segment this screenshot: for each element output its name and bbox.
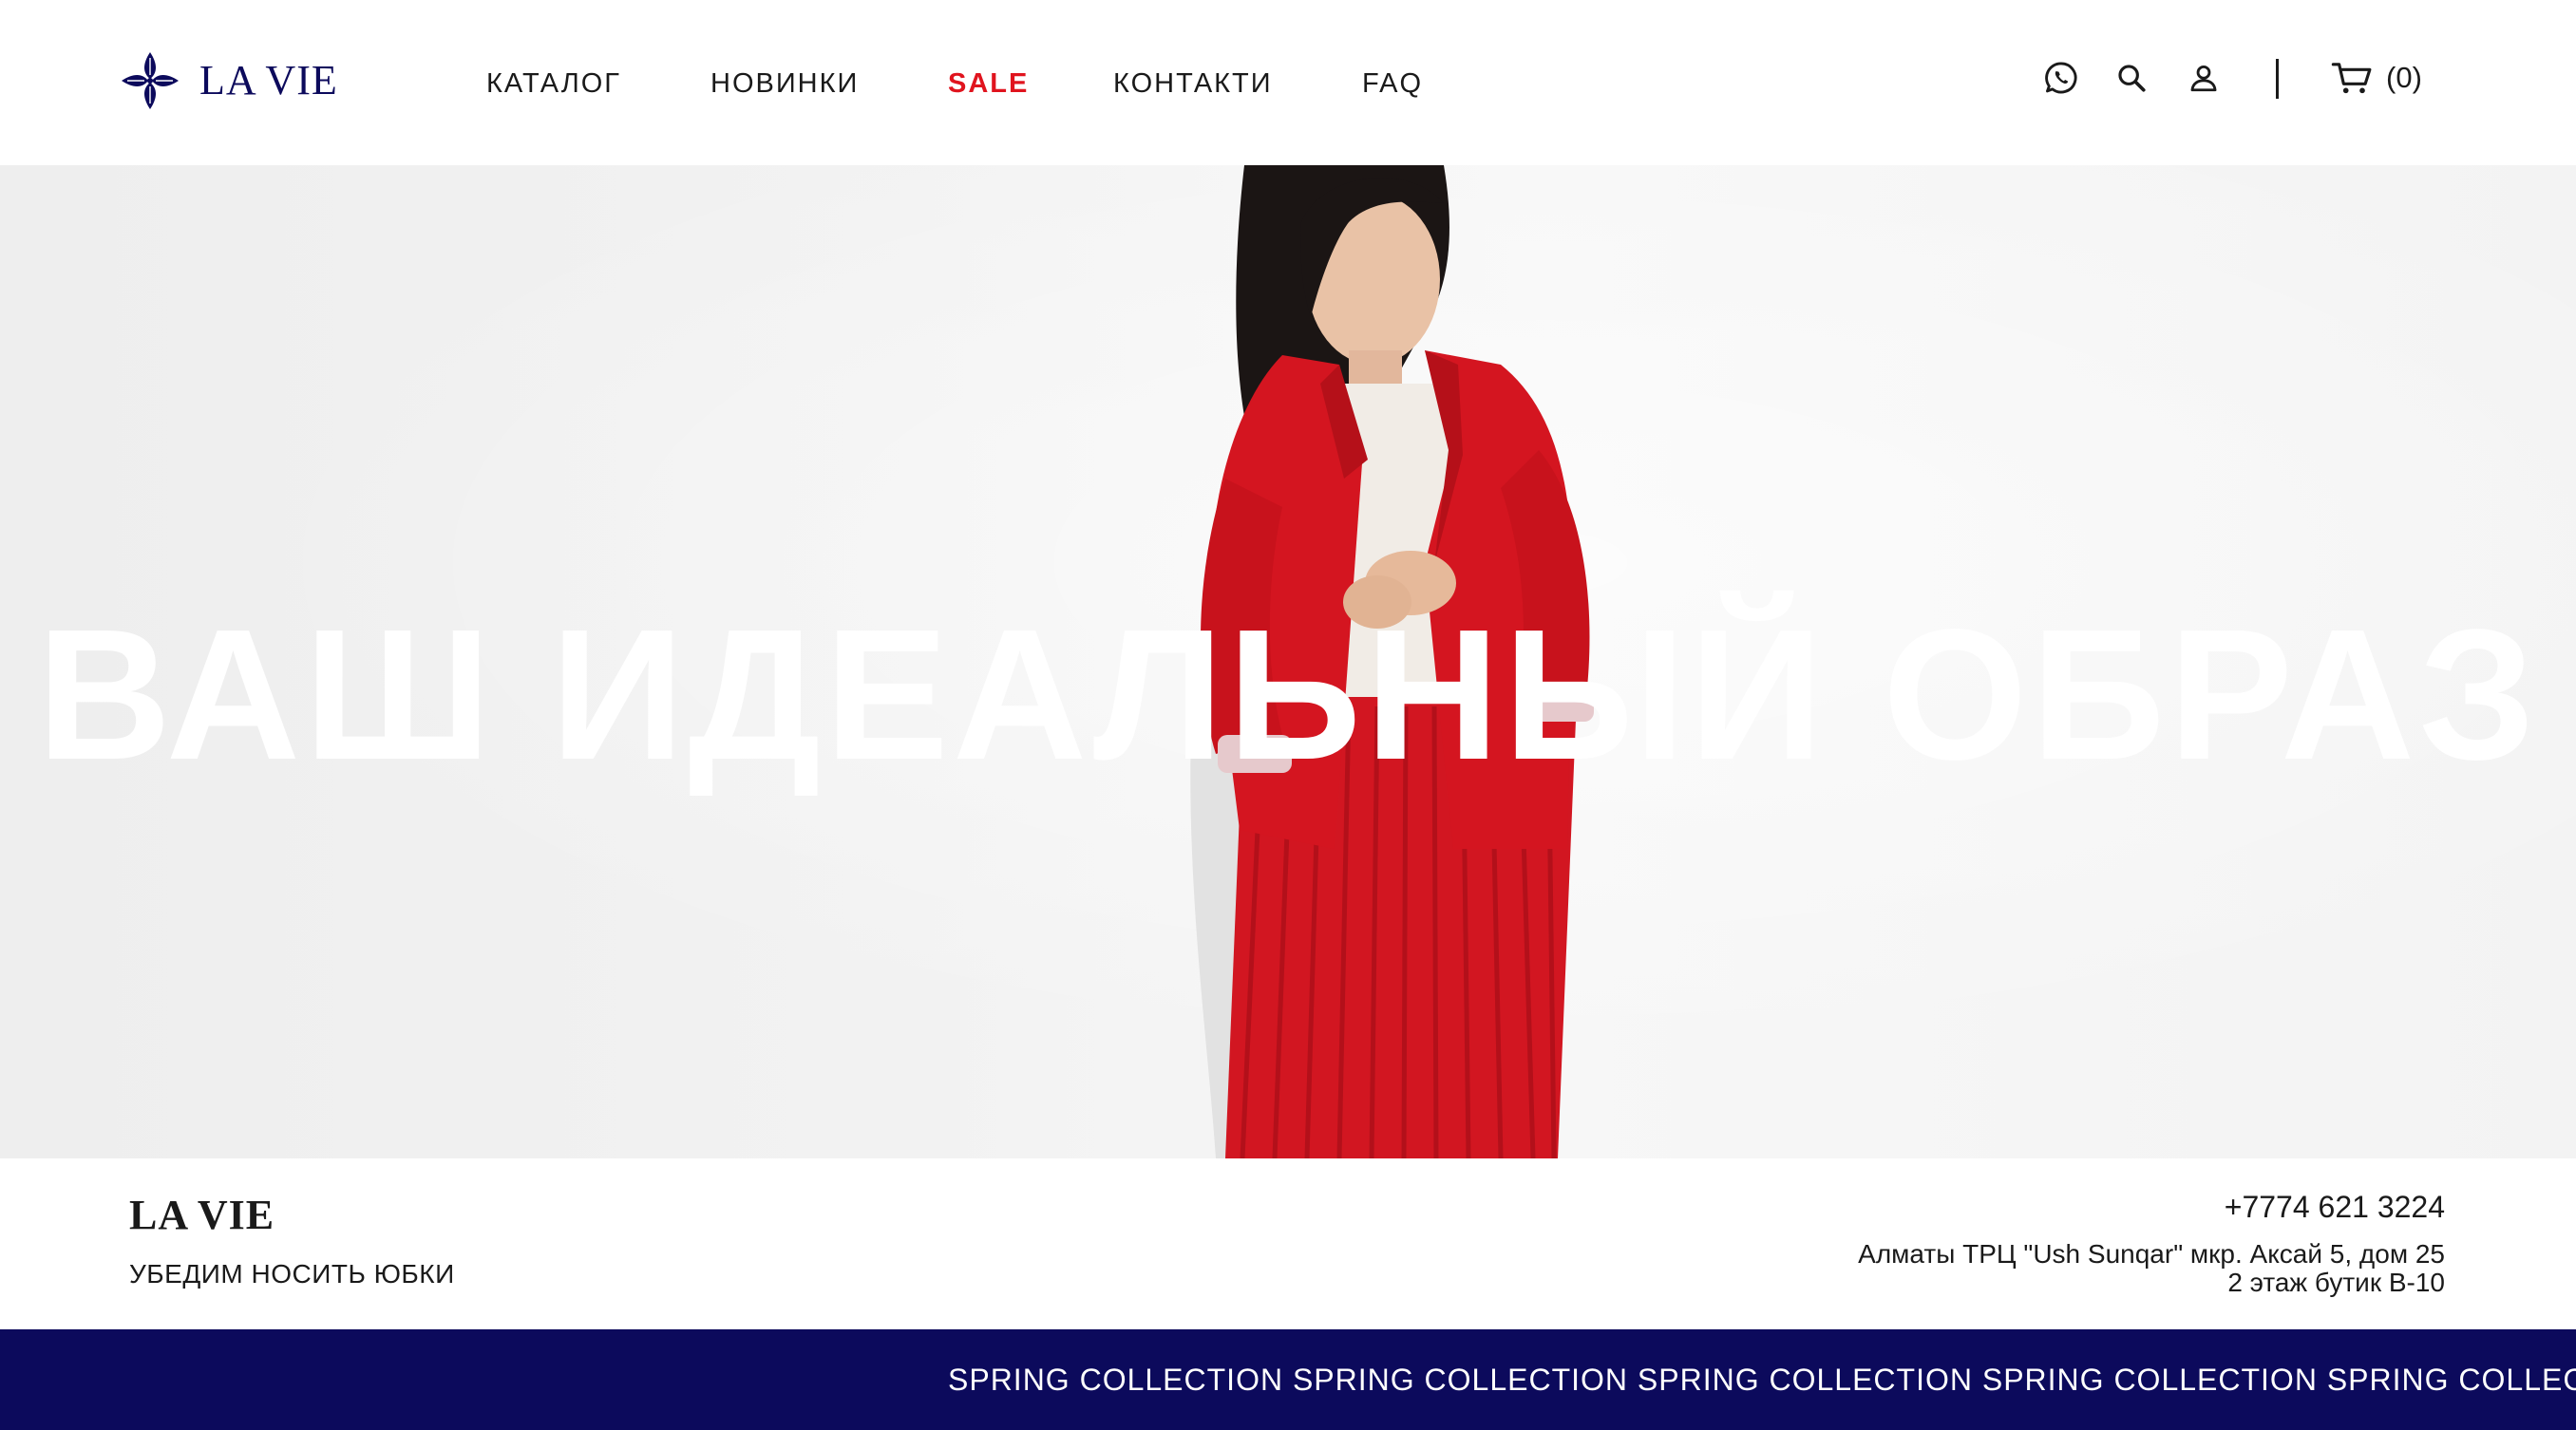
address-line-2: 2 этаж бутик B-10 — [2227, 1268, 2445, 1298]
search-button[interactable] — [2109, 55, 2154, 101]
site-header: LA VIE КАТАЛОГ НОВИНКИ SALE КОНТАКТИ FAQ — [0, 0, 2576, 165]
nav-item-sale[interactable]: SALE — [948, 63, 1029, 104]
store-slogan: УБЕДИМ НОСИТЬ ЮБКИ — [129, 1259, 455, 1289]
logo[interactable]: LA VIE — [120, 49, 338, 112]
contact-phone[interactable]: +7774 621 3224 — [1858, 1189, 2445, 1225]
collection-ticker: SPRING COLLECTION SPRING COLLECTION SPRI… — [0, 1329, 2576, 1430]
nav-item-catalog[interactable]: КАТАЛОГ — [486, 63, 621, 104]
cart-button[interactable]: (0) — [2331, 55, 2422, 101]
nav-item-new[interactable]: НОВИНКИ — [710, 63, 859, 104]
contact-address: Алматы ТРЦ "Ush Sunqar" мкр. Аксай 5, до… — [1858, 1240, 2445, 1296]
ticker-text: SPRING COLLECTION SPRING COLLECTION SPRI… — [948, 1363, 2576, 1397]
store-info: LA VIE УБЕДИМ НОСИТЬ ЮБКИ +7774 621 3224… — [0, 1158, 2576, 1329]
store-brand-name: LA VIE — [129, 1192, 275, 1238]
logo-flower-icon — [122, 52, 179, 109]
address-line-1: Алматы ТРЦ "Ush Sunqar" мкр. Аксай 5, до… — [1858, 1239, 2445, 1270]
search-icon — [2118, 65, 2146, 92]
whatsapp-button[interactable] — [2038, 55, 2084, 101]
nav-item-faq[interactable]: FAQ — [1362, 63, 1423, 104]
cart-icon — [2331, 63, 2372, 94]
logo-text: LA VIE — [199, 57, 338, 103]
contact-block: +7774 621 3224 Алматы ТРЦ "Ush Sunqar" м… — [1858, 1189, 2445, 1297]
user-icon — [2190, 65, 2217, 92]
header-divider — [2276, 59, 2279, 99]
nav-item-contacts[interactable]: КОНТАКТИ — [1113, 63, 1273, 104]
whatsapp-icon — [2045, 62, 2077, 94]
hero-title: ВАШ ИДЕАЛЬНЫЙ ОБРАЗ — [36, 591, 2540, 799]
cart-count: (0) — [2386, 61, 2422, 94]
hero-banner[interactable]: ВАШ ИДЕАЛЬНЫЙ ОБРАЗ — [0, 165, 2576, 1158]
account-button[interactable] — [2181, 55, 2226, 101]
